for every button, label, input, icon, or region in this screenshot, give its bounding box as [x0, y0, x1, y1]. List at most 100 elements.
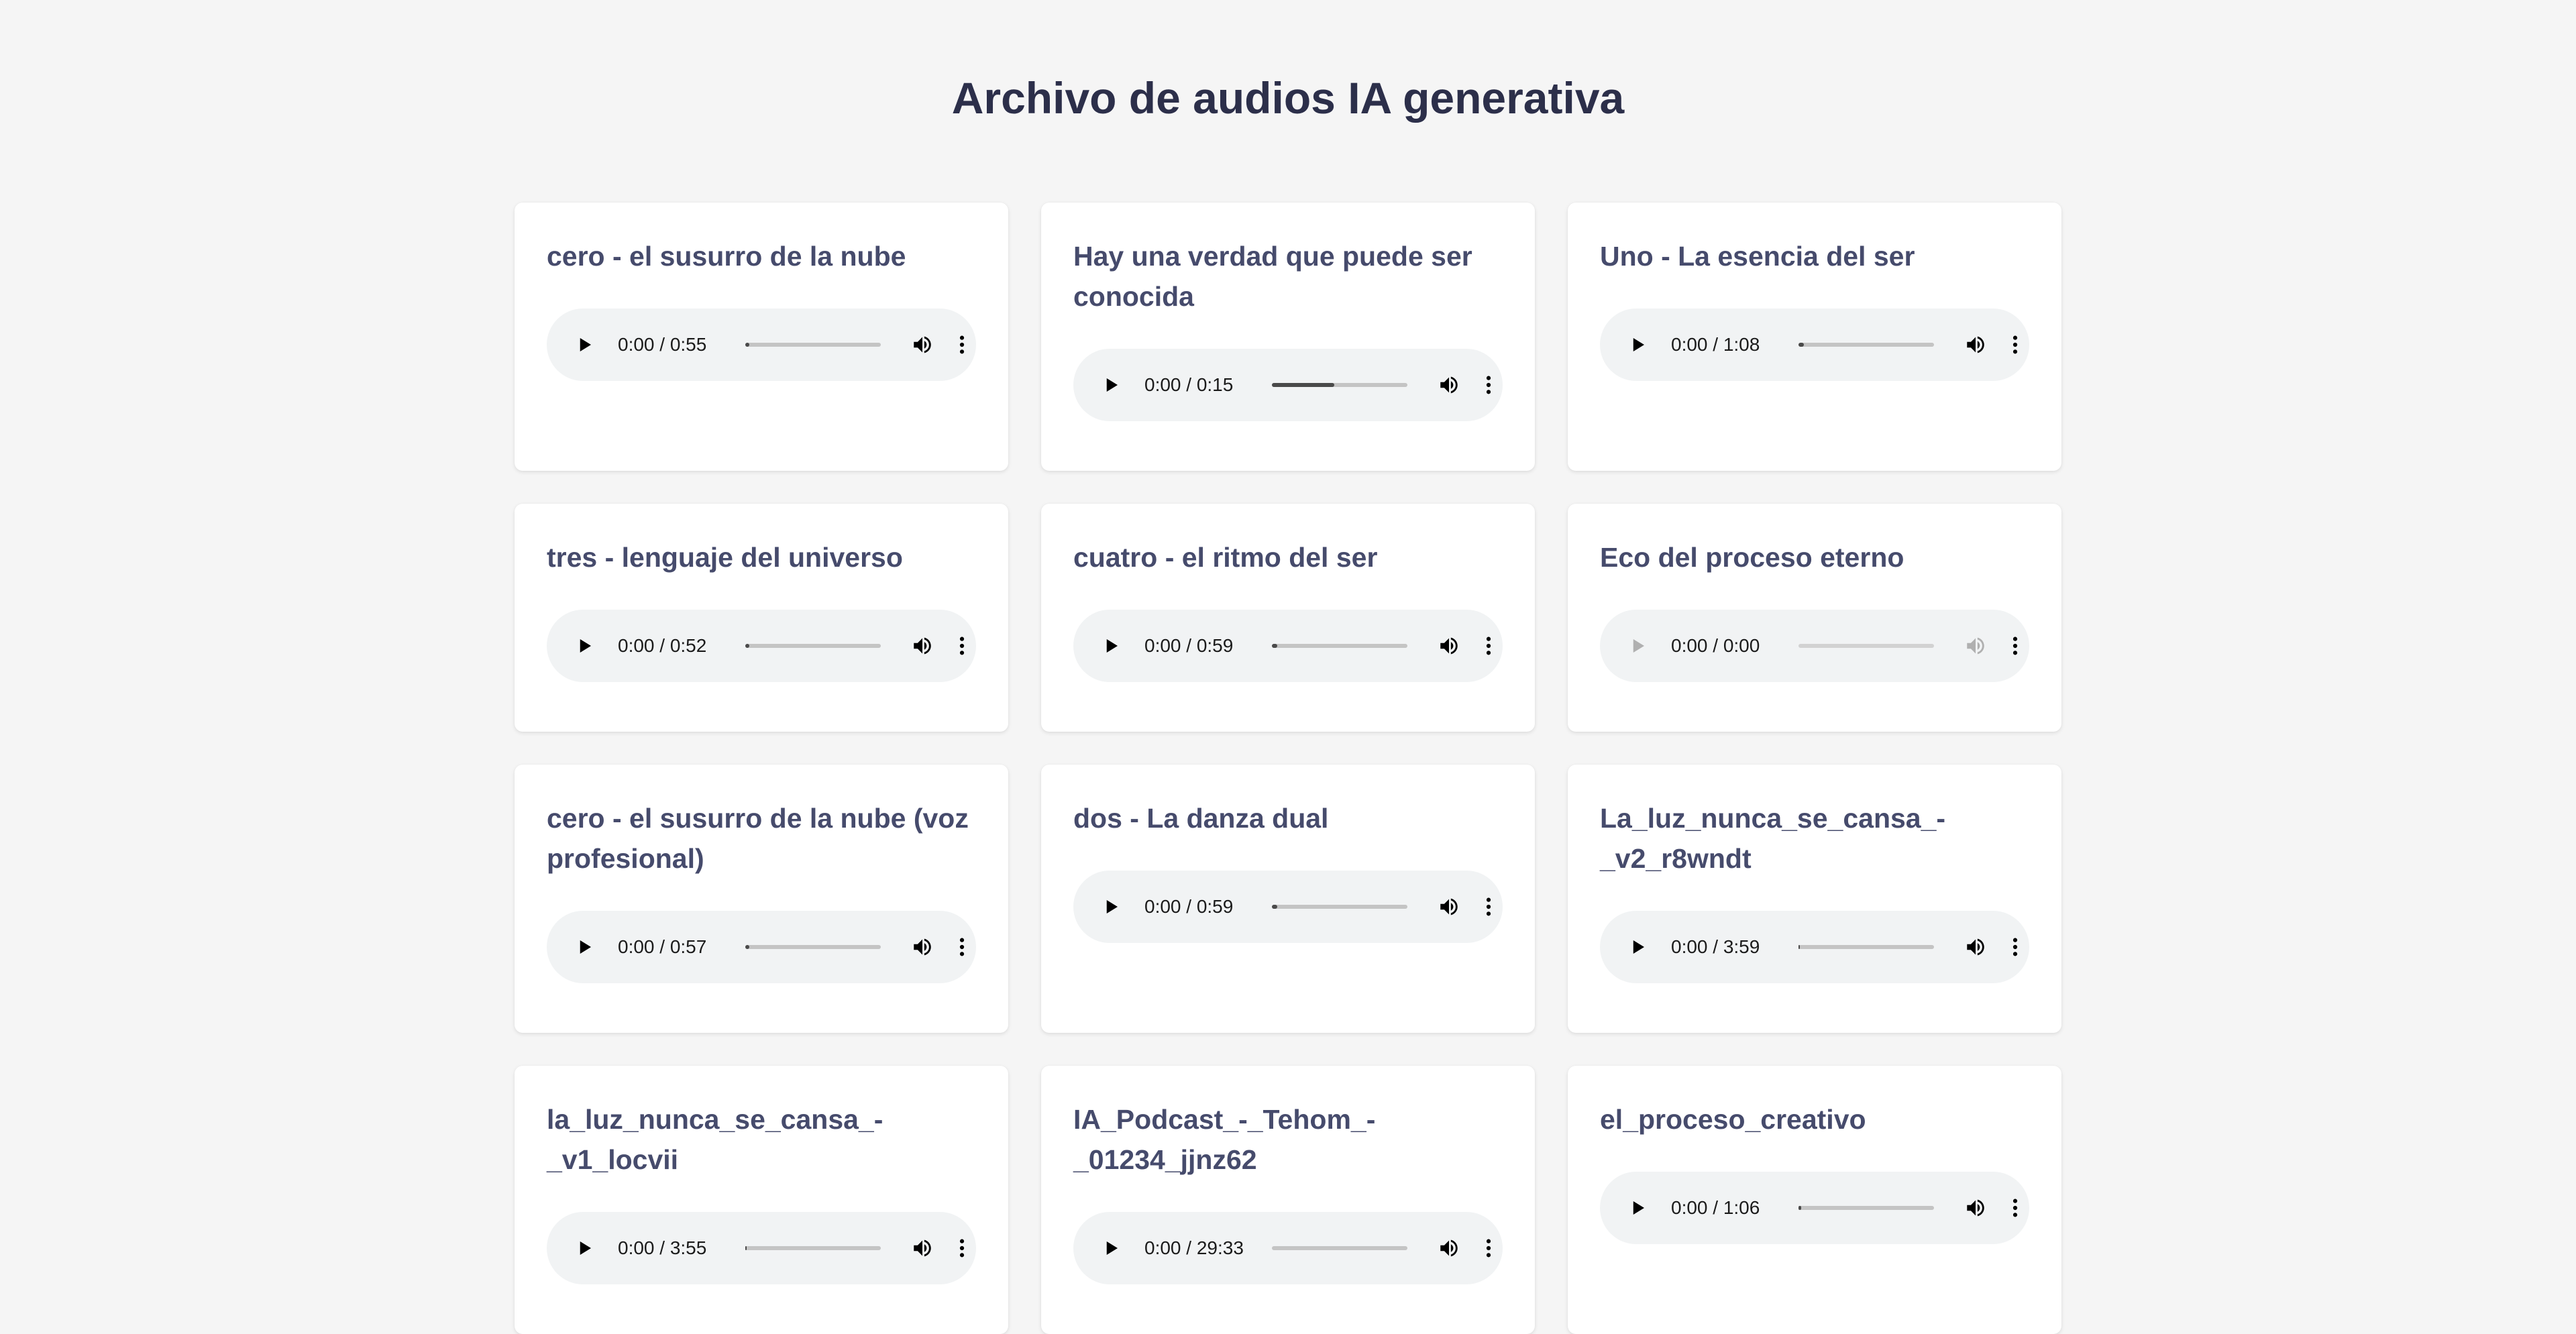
play-icon — [1633, 940, 1644, 954]
mute-button[interactable] — [1962, 331, 1989, 358]
audio-player: 0:00 / 0:55 — [547, 309, 976, 381]
audio-player: 0:00 / 0:15 — [1073, 349, 1503, 421]
audio-card: la_luz_nunca_se_cansa_-_v1_locvii 0:00 /… — [515, 1066, 1008, 1334]
play-button[interactable] — [1097, 632, 1124, 659]
play-icon — [580, 639, 591, 653]
volume-icon — [914, 637, 931, 655]
audio-player: 0:00 / 0:59 — [1073, 610, 1503, 682]
seek-progress — [1799, 945, 1801, 949]
play-button[interactable] — [571, 1235, 598, 1262]
more-options-button[interactable] — [1479, 632, 1499, 659]
seek-slider[interactable] — [1272, 1246, 1407, 1250]
seek-progress — [1799, 343, 1805, 347]
seek-progress — [1272, 383, 1334, 387]
volume-icon — [914, 938, 931, 956]
play-button[interactable] — [571, 632, 598, 659]
play-button[interactable] — [1624, 1194, 1651, 1221]
mute-button[interactable] — [1436, 893, 1462, 920]
seek-progress — [745, 945, 750, 949]
seek-slider[interactable] — [745, 1246, 881, 1250]
mute-button[interactable] — [1962, 934, 1989, 960]
play-icon — [1106, 900, 1118, 913]
mute-button[interactable] — [1436, 372, 1462, 398]
seek-slider[interactable] — [1799, 945, 1934, 949]
time-display: 0:00 / 3:55 — [618, 1237, 707, 1258]
seek-slider[interactable] — [1799, 343, 1934, 347]
more-options-button[interactable] — [2005, 632, 2025, 659]
play-button[interactable] — [571, 331, 598, 358]
audio-title: Hay una verdad que puede ser conocida — [1073, 241, 1472, 312]
volume-icon — [1440, 376, 1458, 394]
audio-player: 0:00 / 0:57 — [547, 911, 976, 983]
mute-button[interactable] — [909, 1235, 936, 1262]
audio-title: el_proceso_creativo — [1600, 1104, 1866, 1135]
play-icon — [1106, 639, 1118, 653]
more-options-button[interactable] — [1479, 372, 1499, 398]
play-button[interactable] — [1097, 372, 1124, 398]
play-button[interactable] — [1624, 331, 1651, 358]
volume-icon — [1440, 637, 1458, 655]
mute-button[interactable] — [909, 632, 936, 659]
mute-button[interactable] — [909, 934, 936, 960]
play-icon — [1106, 378, 1118, 392]
time-display: 0:00 / 1:06 — [1671, 1197, 1760, 1218]
mute-button[interactable] — [1962, 1194, 1989, 1221]
audio-card: Hay una verdad que puede ser conocida 0:… — [1041, 203, 1535, 471]
play-button[interactable] — [1624, 632, 1651, 659]
play-button[interactable] — [1097, 1235, 1124, 1262]
mute-button[interactable] — [909, 331, 936, 358]
time-display: 0:00 / 0:52 — [618, 635, 707, 656]
more-options-button[interactable] — [2005, 1194, 2025, 1221]
mute-button[interactable] — [1436, 632, 1462, 659]
time-display: 0:00 / 0:00 — [1671, 635, 1760, 656]
audio-card: dos - La danza dual 0:00 / 0:59 — [1041, 765, 1535, 1033]
audio-player: 0:00 / 1:06 — [1600, 1172, 2029, 1244]
time-display: 0:00 / 0:15 — [1144, 374, 1234, 395]
play-button[interactable] — [1624, 934, 1651, 960]
more-options-button[interactable] — [952, 1235, 972, 1262]
seek-slider[interactable] — [1272, 905, 1407, 909]
time-display: 0:00 / 1:08 — [1671, 334, 1760, 355]
seek-slider[interactable] — [1272, 644, 1407, 648]
more-vertical-icon — [1486, 897, 1491, 916]
audio-card: Eco del proceso eterno 0:00 / 0:00 — [1568, 504, 2061, 732]
seek-slider[interactable] — [745, 644, 881, 648]
audio-player: 0:00 / 0:52 — [547, 610, 976, 682]
volume-icon — [1967, 336, 1984, 353]
more-vertical-icon — [1486, 376, 1491, 394]
more-options-button[interactable] — [952, 331, 972, 358]
more-options-button[interactable] — [1479, 893, 1499, 920]
play-button[interactable] — [1097, 893, 1124, 920]
audio-title: la_luz_nunca_se_cansa_-_v1_locvii — [547, 1104, 883, 1175]
more-options-button[interactable] — [952, 934, 972, 960]
more-vertical-icon — [2012, 636, 2018, 655]
mute-button[interactable] — [1962, 632, 1989, 659]
more-options-button[interactable] — [952, 632, 972, 659]
volume-icon — [1440, 898, 1458, 915]
seek-slider[interactable] — [745, 945, 881, 949]
page-title: Archivo de audios IA generativa — [951, 73, 1625, 123]
more-vertical-icon — [2012, 1199, 2018, 1217]
more-options-button[interactable] — [1479, 1235, 1499, 1262]
audio-player: 0:00 / 0:00 — [1600, 610, 2029, 682]
more-options-button[interactable] — [2005, 934, 2025, 960]
seek-progress — [745, 644, 750, 648]
more-vertical-icon — [959, 938, 965, 956]
seek-progress — [1799, 1206, 1802, 1210]
audio-card: IA_Podcast_-_Tehom_-_01234_jjnz62 0:00 /… — [1041, 1066, 1535, 1334]
seek-slider[interactable] — [745, 343, 881, 347]
more-options-button[interactable] — [2005, 331, 2025, 358]
seek-slider[interactable] — [1272, 383, 1407, 387]
audio-player: 0:00 / 3:59 — [1600, 911, 2029, 983]
volume-icon — [1967, 938, 1984, 956]
play-icon — [1633, 338, 1644, 351]
time-display: 0:00 / 0:55 — [618, 334, 707, 355]
time-display: 0:00 / 3:59 — [1671, 936, 1760, 957]
seek-slider[interactable] — [1799, 644, 1934, 648]
seek-progress — [1272, 644, 1278, 648]
play-button[interactable] — [571, 934, 598, 960]
mute-button[interactable] — [1436, 1235, 1462, 1262]
audio-card: cero - el susurro de la nube 0:00 / 0:55 — [515, 203, 1008, 471]
volume-icon — [914, 336, 931, 353]
seek-slider[interactable] — [1799, 1206, 1934, 1210]
